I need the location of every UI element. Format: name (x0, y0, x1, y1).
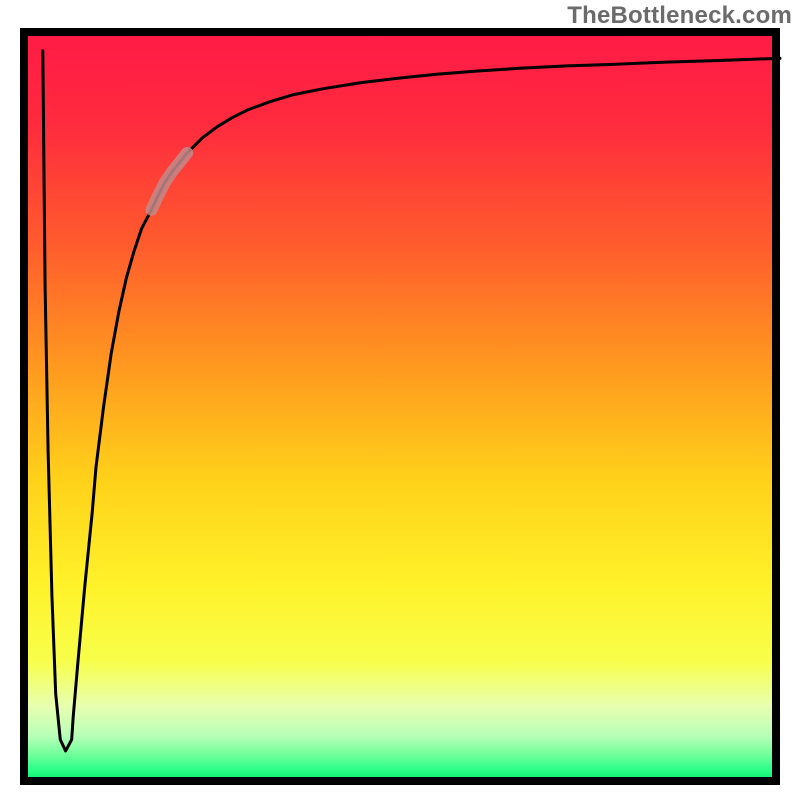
plot-background-gradient (24, 32, 776, 781)
chart-container: TheBottleneck.com (0, 0, 800, 800)
bottleneck-curve-chart (0, 28, 800, 800)
watermark-text: TheBottleneck.com (567, 2, 792, 30)
